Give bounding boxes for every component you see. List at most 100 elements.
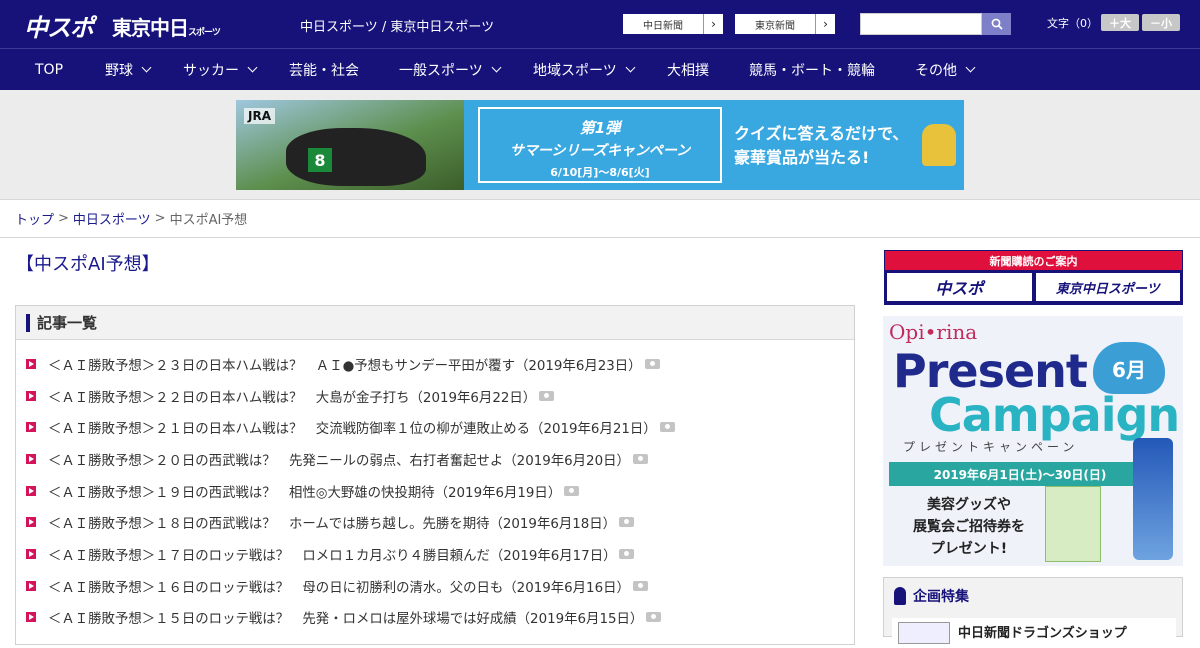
nav-label: 大相撲 [667, 62, 709, 79]
product-bottle-image [1133, 438, 1173, 560]
tokyo-shimbun-link[interactable]: 東京新聞 › [734, 13, 836, 35]
subscribe-tokyo-chunichi-button[interactable]: 東京中日スポーツ [1035, 273, 1180, 301]
nav-item-regional-sports[interactable]: 地域スポーツ [533, 49, 636, 90]
nav-label: 芸能・社会 [289, 62, 359, 79]
tokyo-chunichi-logo[interactable]: 東京中日スポーツ [112, 12, 221, 41]
nav-item-sumo[interactable]: 大相撲 [667, 49, 709, 90]
play-bullet-icon [26, 612, 36, 623]
nav-item-entertainment[interactable]: 芸能・社会 [289, 49, 359, 90]
camera-icon [632, 580, 648, 591]
article-title: ＜ＡＩ勝敗予想＞２０日の西武戦は？ 先発ニールの弱点、右打者奮起せよ（2019年… [48, 453, 630, 469]
ad-band: JRA 8 第1弾 サマーシリーズキャンペーン 6/10[月]～8/6[火] ク… [0, 90, 1200, 200]
breadcrumb-top[interactable]: トップ [15, 209, 54, 228]
article-title: ＜ＡＩ勝敗予想＞２３日の日本ハム戦は？ ＡＩ●予想もサンデー平田が覆す（2019… [48, 358, 642, 374]
nav-label: 競馬・ボート・競輪 [749, 62, 875, 79]
chevron-right-icon: › [703, 14, 723, 34]
subscribe-chuspo-button[interactable]: 中スポ [887, 273, 1032, 301]
article-title: ＜ＡＩ勝敗予想＞１６日のロッテ戦は？ 母の日に初勝利の清水。父の日も（2019年… [48, 580, 630, 596]
search-input[interactable] [860, 13, 982, 35]
article-list-items: ＜ＡＩ勝敗予想＞２３日の日本ハム戦は？ ＡＩ●予想もサンデー平田が覆す（2019… [16, 340, 854, 633]
site-name: 中日スポーツ / 東京中日スポーツ [300, 20, 495, 35]
nav-label: TOP [35, 61, 64, 78]
jra-campaign-banner[interactable]: JRA 8 第1弾 サマーシリーズキャンペーン 6/10[月]～8/6[火] ク… [236, 100, 964, 190]
chuspo-logo[interactable]: 中スポ [24, 8, 94, 43]
play-bullet-icon [26, 390, 36, 401]
subscription-logos: 中スポ 東京中日スポーツ [885, 270, 1182, 304]
nav-item-racing[interactable]: 競馬・ボート・競輪 [749, 49, 875, 90]
subscription-box: 新聞購読のご案内 中スポ 東京中日スポーツ [884, 250, 1183, 305]
list-item[interactable]: ＜ＡＩ勝敗予想＞１６日のロッテ戦は？ 母の日に初勝利の清水。父の日も（2019年… [16, 570, 854, 602]
camera-icon [632, 453, 648, 464]
jra-logo: JRA [244, 108, 275, 124]
list-item[interactable]: ＜ＡＩ勝敗予想＞２３日の日本ハム戦は？ ＡＩ●予想もサンデー平田が覆す（2019… [16, 348, 854, 380]
search-button[interactable] [982, 13, 1011, 35]
article-title: ＜ＡＩ勝敗予想＞１９日の西武戦は？ 相性◎大野雄の快投期待（2019年6月19日… [48, 485, 562, 501]
saddle-number: 8 [308, 148, 332, 172]
banner-copy-line: クイズに答えるだけで、 [734, 124, 909, 143]
nav-label: 一般スポーツ [399, 62, 483, 79]
breadcrumb-separator: > [154, 211, 166, 226]
ad-gift-line: 展覧会ご招待券を [913, 519, 1025, 535]
product-pack-image [1045, 486, 1101, 562]
ad-gift-line: プレゼント! [930, 541, 1008, 557]
list-item[interactable]: ＜ＡＩ勝敗予想＞１９日の西武戦は？ 相性◎大野雄の快投期待（2019年6月19日… [16, 475, 854, 507]
breadcrumb-chunichi-sports[interactable]: 中日スポーツ [73, 209, 151, 228]
campaign-box: 第1弾 サマーシリーズキャンペーン 6/10[月]～8/6[火] [478, 107, 722, 183]
list-item[interactable]: ＜ＡＩ勝敗予想＞１７日のロッテ戦は？ ロメロ１カ月ぶり４勝目頼んだ（2019年6… [16, 538, 854, 570]
play-bullet-icon [26, 422, 36, 433]
feature-thumbnail [898, 622, 950, 644]
nav-item-baseball[interactable]: 野球 [105, 49, 152, 90]
font-increase-button[interactable]: ＋大 [1101, 14, 1139, 31]
article-title: ＜ＡＩ勝敗予想＞１７日のロッテ戦は？ ロメロ１カ月ぶり４勝目頼んだ（2019年6… [48, 548, 617, 564]
main-nav: TOP 野球 サッカー 芸能・社会 一般スポーツ 地域スポーツ 大相撲 競馬・ボ… [0, 48, 1200, 90]
subscription-heading: 新聞購読のご案内 [885, 251, 1182, 270]
chevron-down-icon [965, 62, 976, 73]
campaign-round: 第1弾 [579, 119, 621, 137]
ribbon-icon [894, 587, 906, 605]
heading-bar [26, 313, 30, 332]
camera-icon [659, 422, 675, 433]
chevron-down-icon [141, 62, 152, 73]
nav-item-other[interactable]: その他 [915, 49, 976, 90]
article-list: 記事一覧 ＜ＡＩ勝敗予想＞２３日の日本ハム戦は？ ＡＩ●予想もサンデー平田が覆す… [15, 305, 855, 645]
font-decrease-button[interactable]: －小 [1142, 14, 1180, 31]
list-item[interactable]: ＜ＡＩ勝敗予想＞２１日の日本ハム戦は？ 交流戦防御率１位の柳が連敗止める（201… [16, 411, 854, 443]
chevron-down-icon [247, 62, 258, 73]
chunichi-shimbun-link[interactable]: 中日新聞 › [622, 13, 724, 35]
ad-dates: 2019年6月1日(土)～30日(日) [889, 462, 1151, 486]
ad-title-campaign: Campaign [929, 388, 1180, 442]
nav-item-soccer[interactable]: サッカー [183, 49, 258, 90]
chevron-right-icon: › [815, 14, 835, 34]
camera-icon [539, 390, 555, 401]
ad-gift-text: 美容グッズや 展覧会ご招待券を プレゼント! [913, 494, 1025, 560]
opirina-logo: Opi•rina [889, 320, 978, 344]
article-title: ＜ＡＩ勝敗予想＞１５日のロッテ戦は？ 先発・ロメロは屋外球場では好成績（2019… [48, 612, 644, 628]
feature-section: 企画特集 中日新聞ドラゴンズショップ [883, 577, 1183, 648]
feature-item[interactable]: 中日新聞ドラゴンズショップ [892, 618, 1176, 648]
nav-item-general-sports[interactable]: 一般スポーツ [399, 49, 502, 90]
list-item[interactable]: ＜ＡＩ勝敗予想＞１５日のロッテ戦は？ 先発・ロメロは屋外球場では好成績（2019… [16, 602, 854, 634]
breadcrumb-separator: > [58, 211, 69, 226]
page-title: 【中スポAI予想】 [16, 254, 160, 275]
list-item[interactable]: ＜ＡＩ勝敗予想＞１８日の西武戦は？ ホームでは勝ち越し。先勝を期待（2019年6… [16, 506, 854, 538]
camera-icon [619, 517, 635, 528]
tokyo-shimbun-label: 東京新聞 [755, 20, 795, 32]
chevron-down-icon [625, 62, 636, 73]
nav-label: 地域スポーツ [533, 62, 617, 79]
feature-header: 企画特集 [884, 578, 1182, 614]
article-list-header: 記事一覧 [16, 306, 854, 340]
trophy-icon [922, 124, 956, 166]
feature-heading: 企画特集 [913, 589, 969, 605]
article-title: ＜ＡＩ勝敗予想＞２１日の日本ハム戦は？ 交流戦防御率１位の柳が連敗止める（201… [48, 422, 657, 438]
article-list-heading: 記事一覧 [37, 314, 98, 332]
list-item[interactable]: ＜ＡＩ勝敗予想＞２０日の西武戦は？ 先発ニールの弱点、右打者奮起せよ（2019年… [16, 443, 854, 475]
tokyo-logo-text: 東京中日 [112, 16, 189, 40]
breadcrumb-current: 中スポAI予想 [169, 213, 248, 228]
present-campaign-ad[interactable]: Opi•rina Present Campaign 6月 プレゼントキャンペーン… [883, 316, 1183, 566]
tokyo-logo-sub: スポーツ [188, 28, 221, 38]
ad-month-badge: 6月 [1093, 342, 1165, 394]
play-bullet-icon [26, 517, 36, 528]
nav-item-top[interactable]: TOP [35, 49, 63, 90]
list-item[interactable]: ＜ＡＩ勝敗予想＞２２日の日本ハム戦は？ 大島が金子打ち（2019年6月22日） [16, 380, 854, 412]
chunichi-shimbun-label: 中日新聞 [643, 20, 683, 32]
